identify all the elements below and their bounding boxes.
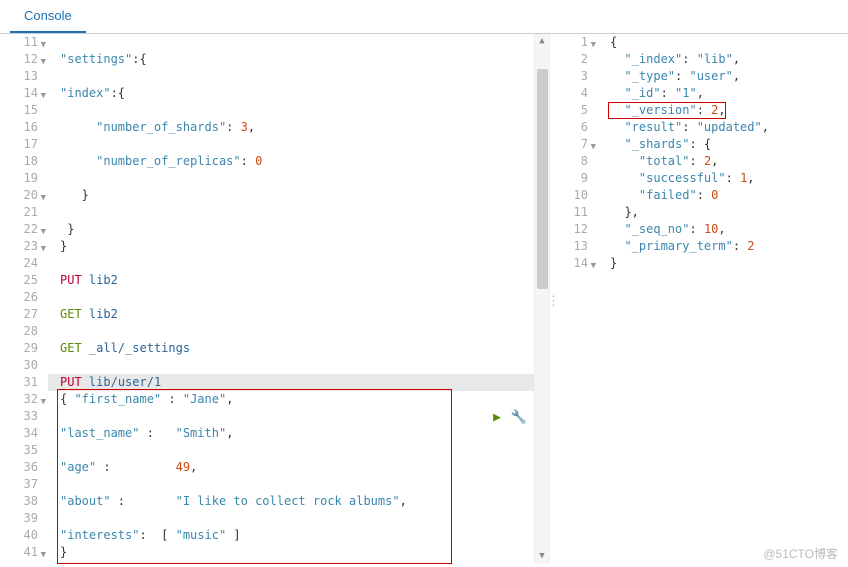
code-line[interactable]: "failed": 0 bbox=[598, 187, 848, 204]
wrench-icon[interactable]: 🔧 bbox=[511, 409, 527, 425]
code-line[interactable]: "about" : "I like to collect rock albums… bbox=[48, 493, 549, 510]
response-code: { "_index": "lib", "_type": "user", "_id… bbox=[598, 34, 848, 564]
code-line[interactable] bbox=[48, 34, 549, 51]
fold-toggle-icon[interactable]: ▼ bbox=[41, 88, 46, 105]
code-line[interactable] bbox=[48, 204, 549, 221]
code-line[interactable] bbox=[48, 476, 549, 493]
code-line[interactable]: "number_of_replicas": 0 bbox=[48, 153, 549, 170]
request-editor[interactable]: 11▼12▼1314▼151617181920▼2122▼23▼24252627… bbox=[0, 34, 549, 564]
code-line[interactable]: }, bbox=[598, 204, 848, 221]
scroll-down-icon[interactable]: ▼ bbox=[535, 549, 549, 564]
code-line[interactable] bbox=[48, 408, 549, 425]
code-line[interactable]: "successful": 1, bbox=[598, 170, 848, 187]
tab-console[interactable]: Console bbox=[10, 0, 86, 33]
request-code[interactable]: "settings":{ "index":{ "number_of_shards"… bbox=[48, 34, 549, 564]
fold-toggle-icon[interactable]: ▼ bbox=[41, 37, 46, 54]
fold-toggle-icon[interactable]: ▼ bbox=[41, 394, 46, 411]
fold-toggle-icon[interactable]: ▼ bbox=[591, 37, 596, 54]
code-line[interactable]: GET lib2 bbox=[48, 306, 549, 323]
fold-toggle-icon[interactable]: ▼ bbox=[41, 241, 46, 258]
code-line[interactable]: "_id": "1", bbox=[598, 85, 848, 102]
fold-toggle-icon[interactable]: ▼ bbox=[591, 258, 596, 275]
code-line[interactable]: "interests": [ "music" ] bbox=[48, 527, 549, 544]
code-line[interactable] bbox=[48, 323, 549, 340]
fold-toggle-icon[interactable]: ▼ bbox=[41, 190, 46, 207]
request-gutter: 11▼12▼1314▼151617181920▼2122▼23▼24252627… bbox=[0, 34, 48, 564]
code-line[interactable]: "_version": 2, bbox=[598, 102, 848, 119]
code-line[interactable]: { bbox=[598, 34, 848, 51]
run-icon[interactable]: ▶ bbox=[489, 409, 505, 425]
request-actions: ▶ 🔧 bbox=[489, 409, 527, 425]
code-line[interactable] bbox=[48, 170, 549, 187]
code-line[interactable] bbox=[48, 255, 549, 272]
code-line[interactable]: "result": "updated", bbox=[598, 119, 848, 136]
code-line[interactable] bbox=[48, 510, 549, 527]
code-line[interactable] bbox=[48, 442, 549, 459]
workspace: 11▼12▼1314▼151617181920▼2122▼23▼24252627… bbox=[0, 34, 848, 564]
watermark-text: @51CTO博客 bbox=[763, 545, 838, 562]
code-line[interactable]: "_index": "lib", bbox=[598, 51, 848, 68]
code-line[interactable]: "_primary_term": 2 bbox=[598, 238, 848, 255]
code-line[interactable]: "number_of_shards": 3, bbox=[48, 119, 549, 136]
code-line[interactable]: "index":{ bbox=[48, 85, 549, 102]
fold-toggle-icon[interactable]: ▼ bbox=[41, 224, 46, 241]
code-line[interactable]: } bbox=[48, 187, 549, 204]
scroll-up-icon[interactable]: ▲ bbox=[535, 34, 549, 49]
code-line[interactable]: } bbox=[48, 238, 549, 255]
code-line[interactable] bbox=[48, 136, 549, 153]
code-line[interactable]: } bbox=[48, 221, 549, 238]
code-line[interactable]: GET _all/_settings bbox=[48, 340, 549, 357]
code-line[interactable]: "last_name" : "Smith", bbox=[48, 425, 549, 442]
code-line[interactable]: } bbox=[598, 255, 848, 272]
code-line[interactable]: "total": 2, bbox=[598, 153, 848, 170]
response-editor: 1▼234567▼891011121314▼ { "_index": "lib"… bbox=[550, 34, 848, 564]
code-line[interactable]: PUT lib2 bbox=[48, 272, 549, 289]
code-line[interactable] bbox=[48, 68, 549, 85]
request-pane: 11▼12▼1314▼151617181920▼2122▼23▼24252627… bbox=[0, 34, 550, 564]
code-line[interactable]: "_seq_no": 10, bbox=[598, 221, 848, 238]
code-line[interactable]: "settings":{ bbox=[48, 51, 549, 68]
scroll-thumb[interactable] bbox=[537, 69, 548, 289]
response-pane: ⋮ 1▼234567▼891011121314▼ { "_index": "li… bbox=[550, 34, 848, 564]
pane-resize-handle[interactable]: ⋮ bbox=[547, 299, 553, 317]
code-line[interactable] bbox=[48, 289, 549, 306]
code-line[interactable]: "age" : 49, bbox=[48, 459, 549, 476]
code-line[interactable] bbox=[48, 357, 549, 374]
fold-toggle-icon[interactable]: ▼ bbox=[591, 139, 596, 156]
fold-toggle-icon[interactable]: ▼ bbox=[41, 54, 46, 71]
code-line[interactable]: { "first_name" : "Jane", bbox=[48, 391, 549, 408]
code-line[interactable]: PUT lib/user/1 bbox=[48, 374, 549, 391]
code-line[interactable]: } bbox=[48, 544, 549, 561]
tab-bar: Console bbox=[0, 0, 848, 34]
code-line[interactable]: "_shards": { bbox=[598, 136, 848, 153]
fold-toggle-icon[interactable]: ▼ bbox=[41, 547, 46, 564]
code-line[interactable]: "_type": "user", bbox=[598, 68, 848, 85]
code-line[interactable] bbox=[48, 102, 549, 119]
